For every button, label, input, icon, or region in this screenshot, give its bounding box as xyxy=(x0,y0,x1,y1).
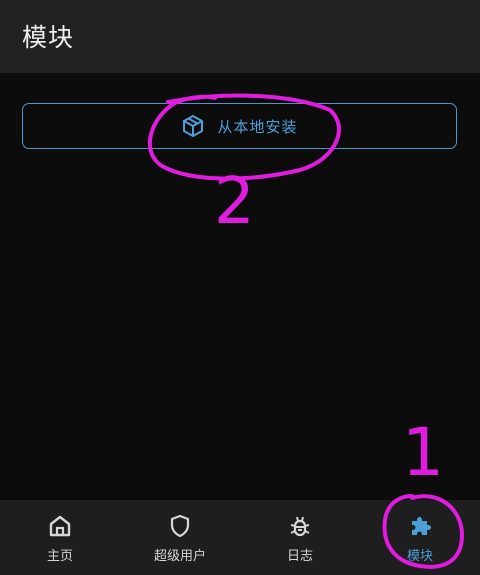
puzzle-icon xyxy=(407,513,433,539)
nav-item-home[interactable]: 主页 xyxy=(0,500,120,575)
home-icon xyxy=(47,513,73,539)
annotation-step-2: 2 xyxy=(214,165,255,239)
nav-label-superuser: 超级用户 xyxy=(153,549,206,564)
box-icon xyxy=(181,114,205,138)
nav-label-modules: 模块 xyxy=(406,549,433,564)
install-from-local-button[interactable]: 从本地安装 xyxy=(22,103,457,149)
nav-label-logs: 日志 xyxy=(286,549,313,564)
bug-icon xyxy=(287,513,313,539)
bottom-navigation: 主页 超级用户 日志 模块 xyxy=(0,500,480,575)
nav-label-home: 主页 xyxy=(46,549,73,564)
shield-icon xyxy=(167,513,193,539)
install-button-label: 从本地安装 xyxy=(217,117,298,136)
page-title: 模块 xyxy=(22,23,75,52)
nav-item-logs[interactable]: 日志 xyxy=(240,500,360,575)
app-bar: 模块 xyxy=(0,0,480,73)
nav-item-superuser[interactable]: 超级用户 xyxy=(120,500,240,575)
annotation-step-1: 1 xyxy=(402,414,444,491)
app-screen: 模块 从本地安装 2 1 主页 超级用户 日志 模块 xyxy=(0,0,480,575)
nav-item-modules[interactable]: 模块 xyxy=(360,500,480,575)
